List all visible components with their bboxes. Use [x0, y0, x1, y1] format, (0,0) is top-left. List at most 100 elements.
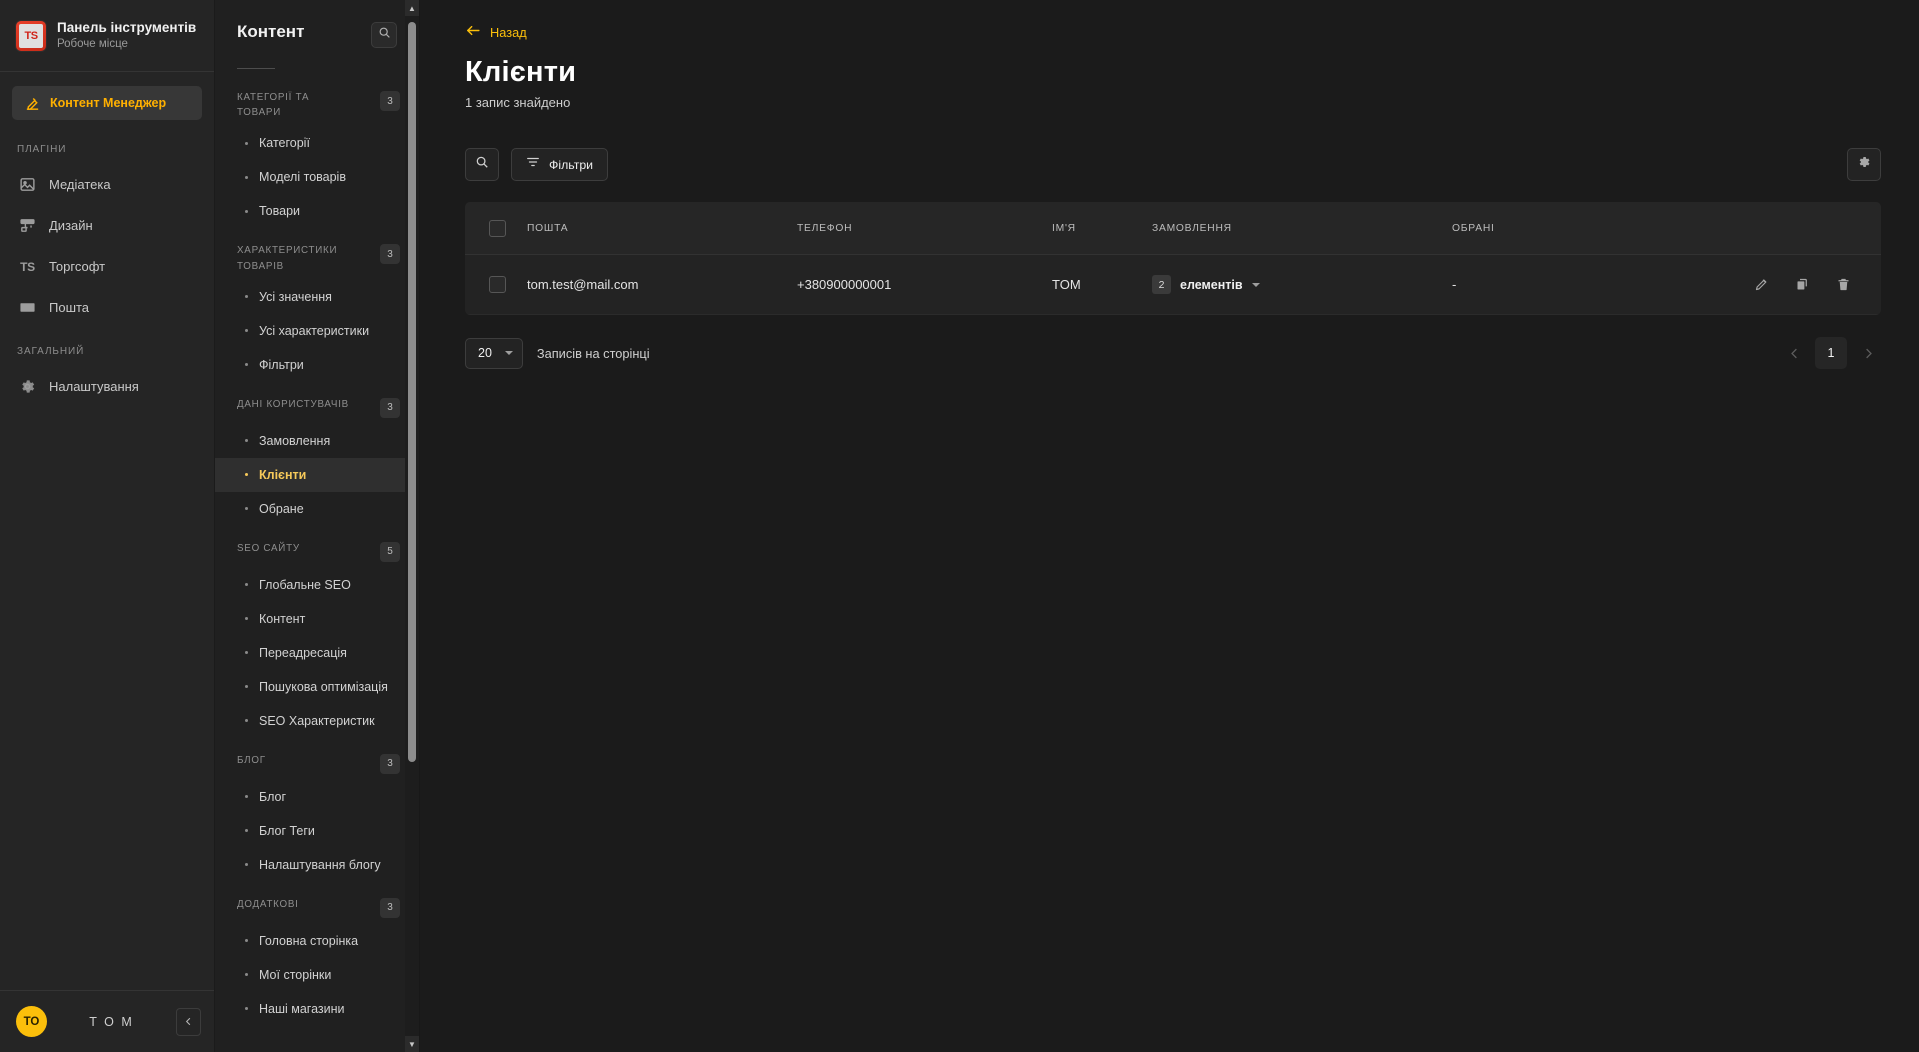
page-controls: 1: [1781, 337, 1881, 369]
back-button[interactable]: Назад: [465, 24, 527, 40]
page-number-button[interactable]: 1: [1815, 337, 1847, 369]
per-page-label: Записів на сторінці: [536, 345, 650, 361]
content-nav-list: КАТЕГОРІЇ ТА ТОВАРИ 3 Категорії Моделі т…: [215, 75, 419, 1030]
filters-label: Фільтри: [549, 157, 594, 172]
nav-item-zamovlennya[interactable]: Замовлення: [215, 424, 419, 458]
nav-item-usi-znachennya[interactable]: Усі значення: [215, 280, 419, 314]
scrollbar-track[interactable]: [405, 16, 419, 1036]
cell-phone: +380900000001: [797, 254, 1052, 315]
nav-item-usi-harakterystyky[interactable]: Усі характеристики: [215, 314, 419, 348]
nav-item-label: Головна сторінка: [259, 933, 359, 948]
delete-icon[interactable]: [1836, 277, 1851, 292]
nav-item-globalne-seo[interactable]: Глобальне SEO: [215, 568, 419, 602]
content-nav-panel: Контент КАТЕГОРІЇ ТА ТОВАРИ 3 Категорії …: [215, 0, 420, 1052]
nav-item-kontent[interactable]: Контент: [215, 602, 419, 636]
cell-orders: 2 елементів: [1152, 254, 1452, 315]
nav-section-header: БЛОГ 3: [215, 738, 419, 780]
nav-item-filtry[interactable]: Фільтри: [215, 348, 419, 382]
bullet-icon: [245, 685, 248, 689]
nav-item-label: Фільтри: [259, 357, 304, 372]
gear-icon: [1857, 155, 1871, 174]
select-all-checkbox[interactable]: [489, 220, 506, 237]
scroll-up-icon[interactable]: ▲: [405, 0, 419, 16]
chevron-left-icon[interactable]: [1781, 338, 1807, 368]
sidebar-item-design[interactable]: Дизайн: [0, 205, 214, 246]
nav-item-moi-storinky[interactable]: Мої сторінки: [215, 958, 419, 992]
avatar[interactable]: ТО: [16, 1006, 47, 1037]
per-page-select[interactable]: 20: [465, 337, 523, 369]
bullet-icon: [245, 795, 248, 799]
sidebar-item-label: Дизайн: [49, 218, 93, 233]
pencil-note-icon: [24, 95, 41, 112]
scroll-down-icon[interactable]: ▼: [405, 1036, 419, 1052]
content-nav-header: Контент: [215, 0, 419, 48]
search-icon: [378, 26, 391, 44]
nav-item-label: Категорії: [259, 136, 310, 151]
nav-section-header: SEO САЙТУ 5: [215, 526, 419, 568]
nav-item-label: Глобальне SEO: [259, 577, 351, 592]
nav-scrollbar[interactable]: ▲ ▼: [405, 0, 419, 1052]
nav-item-nalashtuvannya-blogu[interactable]: Налаштування блогу: [215, 848, 419, 882]
column-header-email[interactable]: ПОШТА: [527, 202, 797, 255]
orders-count-badge: 2: [1152, 275, 1171, 294]
clients-table: ПОШТА ТЕЛЕФОН ІМ'Я ЗАМОВЛЕННЯ ОБРАНІ tom…: [465, 202, 1881, 315]
column-header-name[interactable]: ІМ'Я: [1052, 202, 1152, 255]
nav-item-golovna-storinka[interactable]: Головна сторінка: [215, 924, 419, 958]
nav-group-seo: SEO САЙТУ 5 Глобальне SEO Контент Переад…: [215, 526, 419, 738]
orders-dropdown[interactable]: 2 елементів: [1152, 275, 1260, 294]
bullet-icon: [245, 175, 248, 179]
cell-email: tom.test@mail.com: [527, 254, 797, 315]
nav-item-label: Клієнти: [259, 467, 307, 482]
sidebar-item-mail[interactable]: Пошта: [0, 287, 214, 328]
content-manager-label: Контент Менеджер: [50, 96, 167, 110]
nav-item-label: SEO Характеристик: [259, 713, 375, 728]
nav-item-label: Товари: [259, 204, 300, 219]
nav-item-seo-harakterystyk[interactable]: SEO Характеристик: [215, 704, 419, 738]
table-row[interactable]: tom.test@mail.com +380900000001 TOM 2 ел…: [465, 254, 1881, 315]
nav-section-header: ДОДАТКОВІ 3: [215, 882, 419, 924]
back-button-label: Назад: [490, 24, 527, 40]
nav-section-badge: 5: [380, 541, 400, 562]
nav-item-nashi-magazyny[interactable]: Наші магазини: [215, 992, 419, 1026]
sidebar-item-torgsoft[interactable]: TS Торгсофт: [0, 246, 214, 287]
nav-group-blog: БЛОГ 3 Блог Блог Теги Налаштування блогу: [215, 738, 419, 882]
nav-item-modeli-tovariv[interactable]: Моделі товарів: [215, 160, 419, 194]
sidebar-section-general: ЗАГАЛЬНИЙ Налаштування: [0, 328, 214, 407]
table-settings-button[interactable]: [1847, 148, 1881, 181]
nav-item-pereadresatsiya[interactable]: Переадресація: [215, 636, 419, 670]
nav-item-klienty[interactable]: Клієнти: [215, 457, 419, 492]
arrow-left-icon: [465, 24, 481, 40]
nav-item-blog[interactable]: Блог: [215, 780, 419, 814]
search-button[interactable]: [465, 148, 499, 181]
nav-search-button[interactable]: [371, 22, 397, 48]
nav-item-label: Контент: [259, 611, 306, 626]
nav-item-tovary[interactable]: Товари: [215, 194, 419, 228]
cell-favorites: -: [1452, 254, 1681, 315]
nav-item-poshukova-optymizatsiya[interactable]: Пошукова оптимізація: [215, 670, 419, 704]
nav-item-blog-tegy[interactable]: Блог Теги: [215, 814, 419, 848]
filters-button[interactable]: Фільтри: [511, 148, 609, 181]
column-header-favorites[interactable]: ОБРАНІ: [1452, 202, 1681, 255]
brand-title: Панель інструментів: [57, 19, 197, 35]
sidebar-item-mediateka[interactable]: Медіатека: [0, 164, 214, 205]
row-select-cell: [465, 254, 527, 315]
chevron-down-icon: [1251, 282, 1260, 287]
app-root: TS Панель інструментів Робоче місце Конт…: [0, 0, 1919, 1052]
content-manager-button[interactable]: Контент Менеджер: [12, 86, 202, 120]
orders-label: елементів: [1180, 277, 1243, 292]
nav-item-obrane[interactable]: Обране: [215, 492, 419, 526]
edit-icon[interactable]: [1754, 277, 1769, 292]
row-checkbox[interactable]: [489, 276, 506, 293]
sidebar-section-label: ПЛАГІНИ: [17, 144, 67, 155]
sidebar-item-settings[interactable]: Налаштування: [0, 366, 214, 407]
column-header-phone[interactable]: ТЕЛЕФОН: [797, 202, 1052, 255]
bullet-icon: [245, 439, 248, 443]
nav-item-kategorii[interactable]: Категорії: [215, 126, 419, 160]
duplicate-icon[interactable]: [1795, 277, 1810, 292]
chevron-left-icon[interactable]: [176, 1007, 201, 1036]
content-nav-title: Контент: [237, 22, 305, 41]
chevron-right-icon[interactable]: [1855, 338, 1881, 368]
table-body: tom.test@mail.com +380900000001 TOM 2 ел…: [465, 254, 1881, 315]
column-header-orders[interactable]: ЗАМОВЛЕННЯ: [1152, 202, 1452, 255]
scrollbar-thumb[interactable]: [408, 22, 416, 762]
